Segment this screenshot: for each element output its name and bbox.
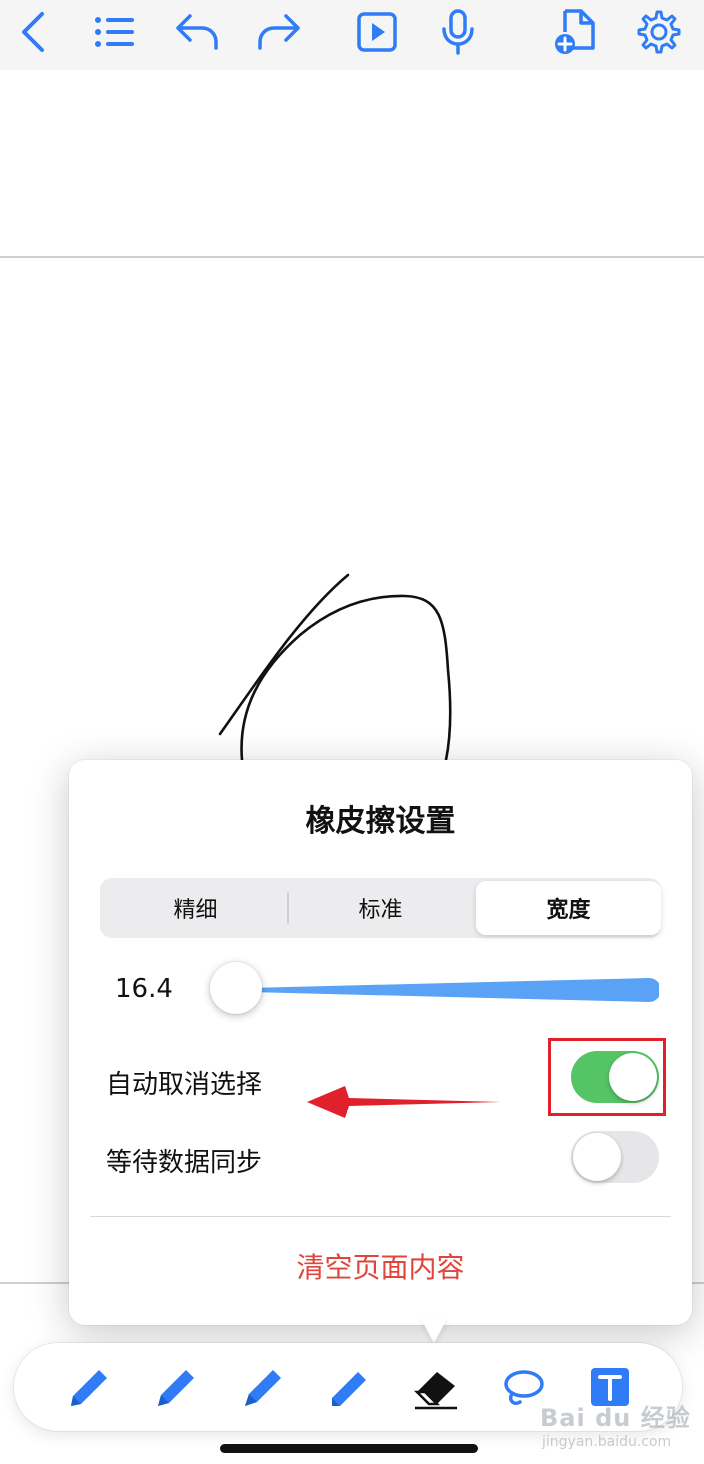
highlighter-tool-icon[interactable] (319, 1357, 379, 1417)
pen-tool-2-icon[interactable] (145, 1357, 205, 1417)
redo-icon[interactable] (254, 6, 304, 58)
eraser-settings-popover: 橡皮擦设置 精细 标准 宽度 16.4 自动取消选择 等待数据同步 清空页面内容 (69, 760, 692, 1325)
annotation-highlight-box (548, 1038, 666, 1116)
play-icon[interactable] (352, 6, 402, 58)
width-slider-track[interactable] (209, 970, 659, 1010)
segment-standard[interactable]: 标准 (288, 881, 473, 935)
slider-value: 16.4 (115, 974, 173, 1004)
top-toolbar (0, 0, 704, 70)
wait-sync-toggle[interactable] (571, 1131, 659, 1183)
width-slider-thumb[interactable] (210, 962, 262, 1014)
auto-deselect-label: 自动取消选择 (106, 1070, 263, 1100)
list-icon[interactable] (90, 6, 140, 58)
handwritten-stroke (218, 573, 452, 762)
home-indicator[interactable] (220, 1444, 478, 1453)
undo-icon[interactable] (172, 6, 222, 58)
popover-title: 橡皮擦设置 (305, 804, 456, 839)
segment-width[interactable]: 宽度 (476, 881, 661, 935)
popover-divider (90, 1216, 671, 1217)
pen-tool-3-icon[interactable] (232, 1357, 292, 1417)
gear-icon[interactable] (634, 6, 684, 58)
annotation-arrow-icon (307, 1086, 501, 1118)
popover-pointer (420, 1317, 448, 1343)
segment-fine[interactable]: 精细 (103, 881, 288, 935)
toggle-knob (573, 1133, 621, 1181)
pen-tool-1-icon[interactable] (58, 1357, 118, 1417)
microphone-icon[interactable] (433, 6, 483, 58)
eraser-tool-icon[interactable] (406, 1357, 466, 1417)
watermark-sub: jingyan.baidu.com (542, 1434, 672, 1450)
watermark-main: Bai du 经验 (540, 1404, 691, 1432)
back-chevron-icon[interactable] (8, 6, 58, 58)
clear-page-button[interactable]: 清空页面内容 (69, 1246, 692, 1286)
wait-sync-label: 等待数据同步 (106, 1148, 263, 1178)
add-page-icon[interactable] (550, 6, 600, 58)
baidu-watermark: Bai du 经验 jingyan.baidu.com (540, 1398, 700, 1458)
eraser-mode-segmented-control: 精细 标准 宽度 (100, 878, 661, 938)
